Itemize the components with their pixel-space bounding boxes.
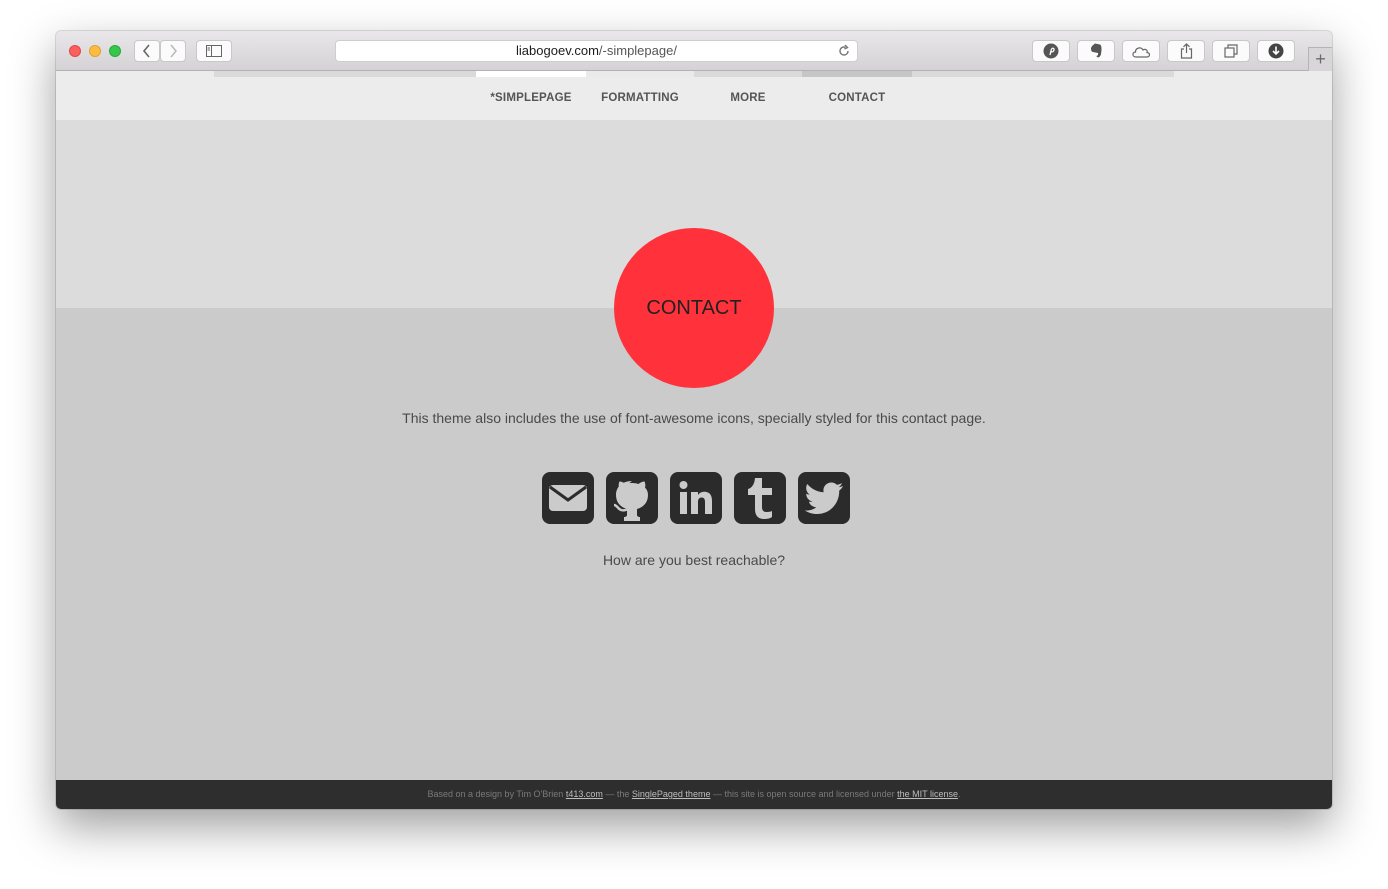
download-icon [1268, 43, 1284, 59]
new-tab-button[interactable]: + [1308, 47, 1332, 71]
close-window-button[interactable] [69, 45, 81, 57]
contact-description: This theme also includes the use of font… [402, 410, 986, 426]
nav-progress-segment [476, 71, 586, 77]
evernote-button[interactable] [1077, 40, 1115, 62]
footer-link-license[interactable]: the MIT license [897, 789, 958, 799]
github-icon [613, 481, 648, 521]
nav-item-simplepage[interactable]: *SIMPLEPAGE [476, 92, 586, 104]
cloud-icon [1132, 46, 1151, 58]
site-navbar: *SIMPLEPAGE FORMATTING MORE CONTACT [56, 71, 1332, 120]
footer-link-theme[interactable]: SinglePaged theme [632, 789, 711, 799]
nav-active-indicator [802, 71, 912, 77]
chevron-right-icon [170, 44, 178, 58]
zoom-window-button[interactable] [109, 45, 121, 57]
pinterest-icon [1043, 43, 1059, 59]
address-bar[interactable]: liabogoev.com/-simplepage/ [335, 40, 858, 62]
footer-prefix: Based on a design by Tim O'Brien [427, 789, 564, 799]
nav-progress-segment [586, 71, 694, 77]
section-title: CONTACT [646, 296, 742, 319]
share-icon [1180, 43, 1192, 59]
contact-prompt: How are you best reachable? [602, 552, 786, 568]
nav-progress-track [214, 71, 1174, 77]
footer-sep: — the [605, 789, 630, 799]
linkedin-icon [679, 481, 712, 514]
tumblr-link[interactable] [734, 472, 786, 524]
share-button[interactable] [1167, 40, 1205, 62]
section-title-circle: CONTACT [614, 228, 774, 388]
social-icons [542, 472, 850, 524]
url-host: liabogoev.com [516, 43, 599, 58]
footer-link-t413[interactable]: t413.com [566, 789, 603, 799]
envelope-icon [549, 485, 587, 511]
browser-window: liabogoev.com/-simplepage/ + *SIMPLEPAGE… [56, 31, 1332, 809]
pinterest-button[interactable] [1032, 40, 1070, 62]
tabs-overview-button[interactable] [1212, 40, 1250, 62]
twitter-link[interactable] [798, 472, 850, 524]
nav-item-contact[interactable]: CONTACT [802, 92, 912, 104]
site-footer: Based on a design by Tim O'Brien t413.co… [56, 780, 1332, 809]
footer-suffix: . [957, 789, 961, 799]
evernote-icon [1091, 43, 1102, 58]
nav-item-formatting[interactable]: FORMATTING [585, 92, 695, 104]
twitter-icon [805, 482, 843, 514]
forward-button[interactable] [160, 40, 186, 62]
reload-icon[interactable] [837, 44, 851, 58]
tumblr-icon [748, 478, 772, 519]
email-link[interactable] [542, 472, 594, 524]
tabs-icon [1224, 44, 1238, 58]
github-link[interactable] [606, 472, 658, 524]
nav-item-more[interactable]: MORE [693, 92, 803, 104]
sidebar-icon [206, 45, 222, 57]
minimize-window-button[interactable] [89, 45, 101, 57]
back-button[interactable] [134, 40, 160, 62]
downloads-button[interactable] [1257, 40, 1295, 62]
icloud-button[interactable] [1122, 40, 1160, 62]
url-path: /-simplepage/ [598, 43, 677, 58]
chevron-left-icon [142, 44, 150, 58]
sidebar-toggle-button[interactable] [196, 40, 232, 62]
linkedin-link[interactable] [670, 472, 722, 524]
web-page: *SIMPLEPAGE FORMATTING MORE CONTACT CONT… [56, 71, 1332, 809]
browser-toolbar: liabogoev.com/-simplepage/ + [56, 31, 1332, 71]
footer-sep: — this site is open source and licensed … [712, 789, 895, 799]
